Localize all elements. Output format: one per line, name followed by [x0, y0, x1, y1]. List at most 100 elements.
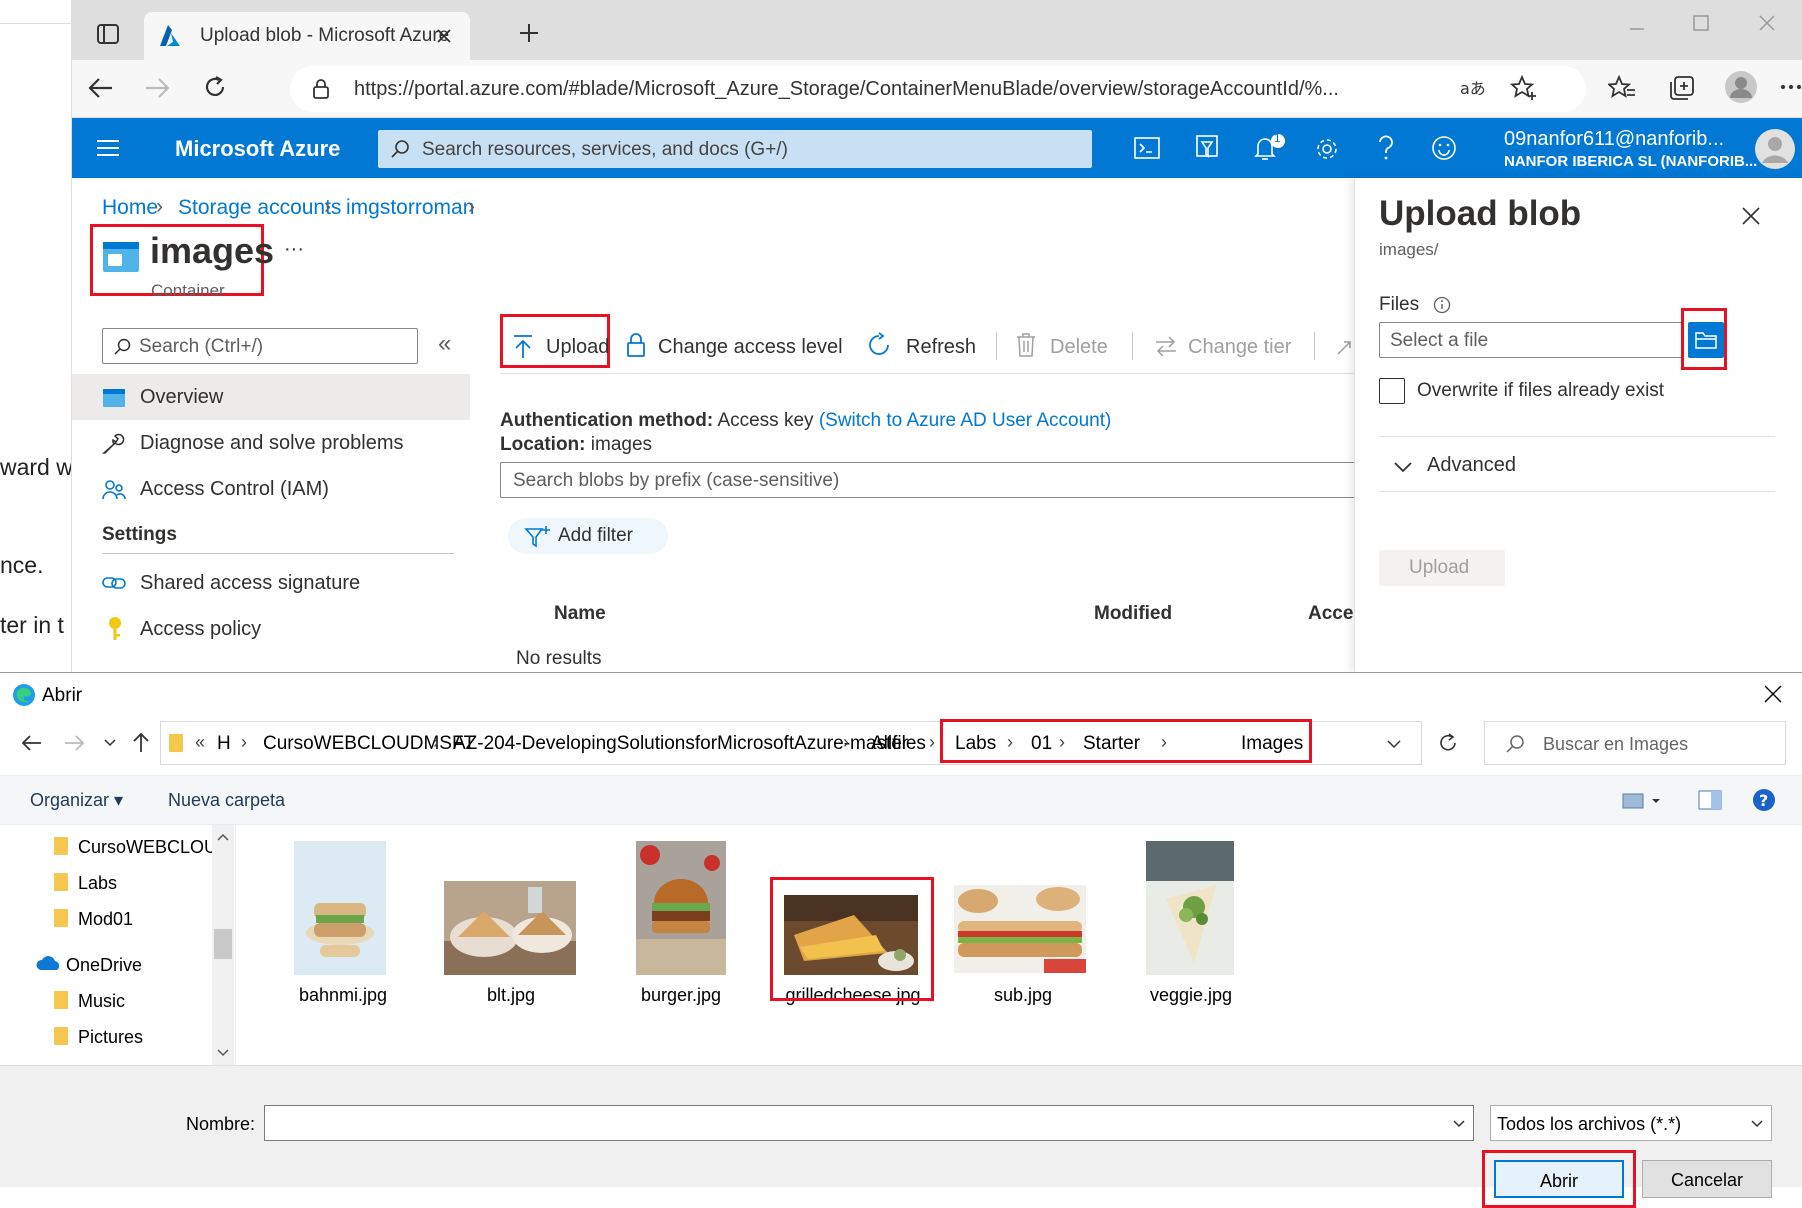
profile-avatar[interactable]	[1724, 70, 1758, 104]
scroll-thumb[interactable]	[214, 929, 232, 959]
forward-icon[interactable]	[144, 76, 170, 100]
sidebar-search-input[interactable]: Search (Ctrl+/)	[102, 328, 418, 364]
breadcrumb-storage-accounts[interactable]: Storage accounts	[178, 196, 341, 220]
nav-item-mod01[interactable]: Mod01	[78, 909, 133, 930]
sidebar-item-sas[interactable]: Shared access signature	[72, 560, 472, 606]
info-icon[interactable]	[1433, 296, 1451, 314]
read-aloud-icon[interactable]: aあ	[1460, 76, 1486, 100]
lock-icon[interactable]	[312, 78, 330, 100]
account-avatar[interactable]	[1754, 128, 1796, 170]
nav-item-pictures[interactable]: Pictures	[78, 1027, 143, 1048]
chevron-down-icon[interactable]	[1393, 460, 1413, 474]
refresh-button[interactable]: Refresh	[866, 328, 976, 364]
switch-auth-link[interactable]: (Switch to Azure AD User Account)	[819, 410, 1112, 431]
path-segment[interactable]: Allfiles	[871, 733, 926, 755]
refresh-icon[interactable]	[202, 74, 228, 100]
sidebar-item-iam[interactable]: Access Control (IAM)	[72, 466, 472, 512]
close-tab-icon[interactable]	[436, 28, 452, 44]
close-panel-icon[interactable]	[1741, 206, 1761, 226]
cancel-button[interactable]: Cancelar	[1642, 1160, 1772, 1198]
thumbnail-veggie[interactable]	[1146, 841, 1234, 975]
directory-filter-icon[interactable]	[1194, 134, 1220, 162]
scroll-up-icon[interactable]	[217, 833, 229, 841]
favorites-icon[interactable]	[1608, 74, 1636, 102]
minimize-icon[interactable]	[1628, 20, 1646, 38]
help-icon[interactable]	[1376, 134, 1396, 162]
scroll-down-icon[interactable]	[217, 1049, 229, 1057]
nav-pane-scrollbar[interactable]	[212, 825, 234, 1065]
azure-brand[interactable]: Microsoft Azure	[175, 136, 340, 162]
tab-actions-icon[interactable]	[96, 22, 120, 46]
help-icon[interactable]: ?	[1752, 788, 1776, 812]
file-name-input[interactable]	[264, 1105, 1474, 1141]
settings-gear-icon[interactable]	[1314, 136, 1340, 162]
close-window-icon[interactable]	[1758, 14, 1776, 32]
filename-dropdown-icon[interactable]	[1453, 1120, 1465, 1128]
portal-menu-icon[interactable]	[96, 138, 120, 158]
view-options-icon[interactable]	[1622, 792, 1662, 810]
organize-label: Organizar	[30, 790, 110, 810]
change-access-level-button[interactable]: Change access level	[624, 328, 843, 364]
delete-label: Delete	[1050, 336, 1108, 358]
column-name[interactable]: Name	[554, 603, 606, 625]
close-dialog-icon[interactable]	[1764, 685, 1782, 703]
file-type-select[interactable]: Todos los archivos (*.*)	[1490, 1105, 1772, 1141]
more-options-button[interactable]: ···	[284, 238, 304, 261]
refresh-icon[interactable]	[1437, 732, 1459, 754]
new-folder-button[interactable]: Nueva carpeta	[168, 790, 285, 811]
thumbnail-blt[interactable]	[444, 881, 576, 975]
forward-icon[interactable]	[64, 733, 86, 753]
collapse-sidebar-button[interactable]: «	[438, 330, 451, 358]
thumbnail-bahnmi[interactable]	[294, 841, 386, 975]
back-icon[interactable]	[88, 76, 114, 100]
chevron-down-icon	[1751, 1120, 1763, 1128]
blob-prefix-search-input[interactable]: Search blobs by prefix (case-sensitive)	[500, 462, 1370, 498]
azure-search-input[interactable]: Search resources, services, and docs (G+…	[378, 130, 1092, 168]
organize-menu[interactable]: Organizar ▾	[30, 790, 123, 811]
advanced-section-toggle[interactable]: Advanced	[1427, 454, 1516, 477]
nav-item-music[interactable]: Music	[78, 991, 125, 1012]
lease-icon[interactable]	[1334, 338, 1354, 358]
more-menu-icon[interactable]	[1780, 80, 1802, 94]
breadcrumb-home[interactable]: Home	[102, 196, 158, 220]
upload-button[interactable]: Upload	[512, 328, 609, 364]
nav-item-onedrive[interactable]: OneDrive	[66, 955, 142, 976]
panel-upload-button[interactable]: Upload	[1379, 550, 1505, 586]
path-segment[interactable]: AZ-204-DevelopingSolutionsforMicrosoftAz…	[453, 733, 908, 755]
feedback-smiley-icon[interactable]	[1430, 134, 1458, 162]
preview-pane-icon[interactable]	[1698, 790, 1722, 810]
path-segment[interactable]: CursoWEBCLOUDMSFT	[263, 733, 475, 755]
up-folder-icon[interactable]	[132, 731, 150, 753]
sidebar-item-diagnose[interactable]: Diagnose and solve problems	[72, 420, 472, 466]
change-tier-button[interactable]: Change tier	[1154, 328, 1304, 364]
account-email[interactable]: 09nanfor611@nanforib...	[1504, 128, 1724, 151]
add-favorite-icon[interactable]	[1510, 74, 1538, 102]
new-tab-icon[interactable]	[518, 22, 540, 44]
maximize-icon[interactable]	[1692, 14, 1710, 32]
url-field[interactable]: https://portal.azure.com/#blade/Microsof…	[290, 66, 1586, 112]
recent-locations-chevron-icon[interactable]	[104, 739, 116, 747]
thumbnail-sub[interactable]	[954, 885, 1086, 973]
thumbnail-burger[interactable]	[636, 841, 726, 975]
browser-tab-active[interactable]: Upload blob - Microsoft Azure	[144, 12, 470, 60]
edge-logo-icon	[12, 683, 36, 707]
delete-button[interactable]: Delete	[1016, 328, 1116, 364]
collections-icon[interactable]	[1668, 74, 1696, 102]
add-filter-button[interactable]: Add filter	[508, 518, 668, 554]
nav-item-labs[interactable]: Labs	[78, 873, 117, 894]
sidebar-item-access-policy[interactable]: Access policy	[72, 606, 472, 652]
overwrite-checkbox[interactable]	[1379, 378, 1405, 404]
back-icon[interactable]	[20, 733, 42, 753]
select-file-input[interactable]: Select a file	[1379, 322, 1683, 358]
nav-item-cursowebcloud[interactable]: CursoWEBCLOUI	[78, 837, 222, 858]
file-name-label: Nombre:	[186, 1114, 256, 1134]
path-segment[interactable]: H	[217, 733, 231, 755]
path-overflow[interactable]: «	[195, 732, 205, 753]
cloud-shell-icon[interactable]	[1134, 136, 1160, 160]
dialog-search-input[interactable]: Buscar en Images	[1484, 721, 1786, 765]
sidebar-item-overview[interactable]: Overview	[72, 374, 470, 420]
path-dropdown-icon[interactable]	[1387, 740, 1401, 748]
breadcrumb-account[interactable]: imgstorroman	[346, 196, 474, 220]
account-org[interactable]: NANFOR IBERICA SL (NANFORIB...	[1504, 153, 1757, 170]
column-modified[interactable]: Modified	[1094, 603, 1172, 625]
